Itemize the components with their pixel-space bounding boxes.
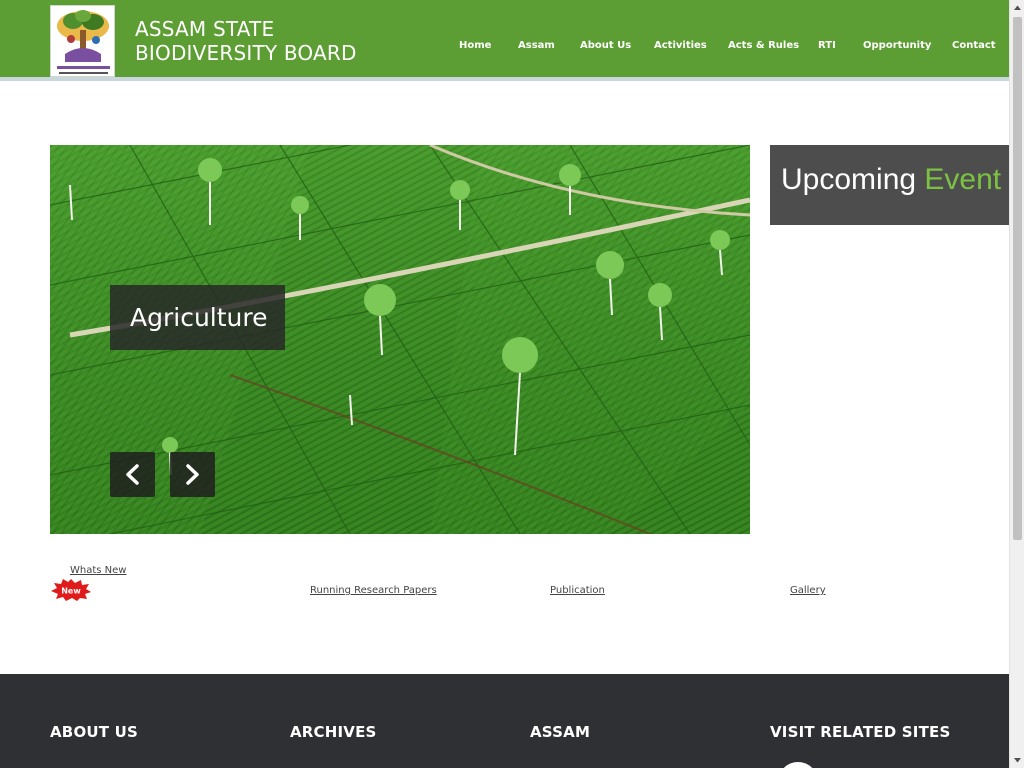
upcoming-events-title: Upcoming Event bbox=[781, 163, 1001, 197]
scrollbar-thumb[interactable] bbox=[1013, 17, 1022, 540]
main-nav: Home Assam About Us Activities Acts & Ru… bbox=[0, 40, 1009, 54]
nav-item-activities[interactable]: Activities bbox=[654, 40, 707, 51]
footer-about-heading: ABOUT US bbox=[50, 723, 139, 741]
vertical-scrollbar[interactable] bbox=[1009, 0, 1024, 768]
events-title-part1: Upcoming bbox=[781, 163, 917, 196]
nav-item-acts-rules[interactable]: Acts & Rules bbox=[728, 40, 799, 51]
new-badge-text: New bbox=[61, 587, 81, 596]
chevron-right-icon bbox=[186, 464, 199, 485]
footer-related-heading: VISIT RELATED SITES bbox=[770, 723, 951, 741]
upcoming-events-panel[interactable]: Upcoming Event bbox=[770, 145, 1009, 225]
publication-link[interactable]: Publication bbox=[550, 585, 605, 596]
nav-item-home[interactable]: Home bbox=[459, 40, 491, 51]
research-papers-link[interactable]: Running Research Papers bbox=[310, 585, 437, 596]
site-title-line1: ASSAM STATE bbox=[135, 17, 275, 41]
footer-archives-heading: ARCHIVES bbox=[290, 723, 377, 741]
gallery-link[interactable]: Gallery bbox=[790, 585, 826, 596]
footer-assam-heading: ASSAM bbox=[530, 723, 591, 741]
slide-caption: Agriculture bbox=[110, 285, 285, 350]
nav-item-rti[interactable]: RTI bbox=[818, 40, 836, 51]
nav-item-contact[interactable]: Contact bbox=[952, 40, 996, 51]
slider-next-button[interactable] bbox=[170, 452, 215, 497]
site-footer: ABOUT US ARCHIVES ASSAM VISIT RELATED SI… bbox=[0, 674, 1009, 768]
page: ASSAM STATE BIODIVERSITY BOARD Home Assa… bbox=[0, 0, 1009, 768]
nav-item-about-us[interactable]: About Us bbox=[580, 40, 631, 51]
site-header: ASSAM STATE BIODIVERSITY BOARD Home Assa… bbox=[0, 0, 1009, 81]
scroll-up-icon[interactable] bbox=[1010, 0, 1024, 15]
new-badge-icon: New bbox=[51, 579, 91, 601]
whats-new-link[interactable]: Whats New bbox=[70, 565, 126, 576]
slider-prev-button[interactable] bbox=[110, 452, 155, 497]
related-site-logo[interactable] bbox=[778, 762, 818, 768]
nav-item-opportunity[interactable]: Opportunity bbox=[863, 40, 931, 51]
chevron-left-icon bbox=[126, 464, 139, 485]
events-title-part2: Event bbox=[924, 163, 1002, 196]
nav-item-assam[interactable]: Assam bbox=[518, 40, 555, 51]
hero-slider[interactable]: Agriculture bbox=[50, 145, 750, 534]
scroll-down-icon[interactable] bbox=[1010, 753, 1024, 768]
